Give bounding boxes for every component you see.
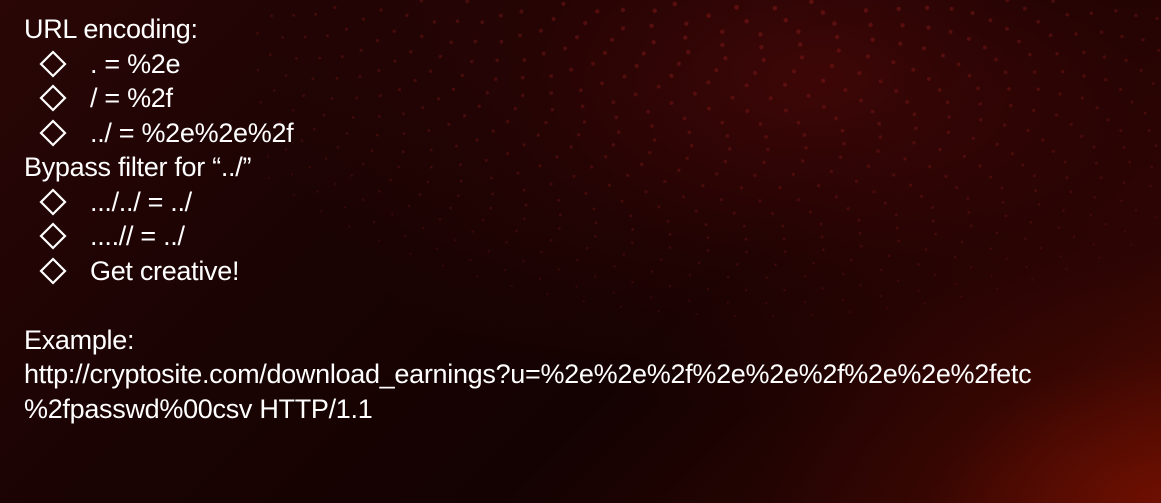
background-dot — [333, 5, 337, 10]
bypass-filter-heading: Bypass filter for “../” — [24, 152, 252, 182]
background-dot — [772, 5, 778, 11]
background-dot — [419, 0, 424, 3]
background-dot — [1154, 216, 1157, 219]
slide-content: URL encoding: . = %2e / = %2f ../ = %2e%… — [24, 12, 1154, 426]
background-dot — [1154, 144, 1158, 148]
background-dot — [896, 6, 901, 11]
example-heading: Example: — [24, 324, 135, 355]
background-dot — [924, 5, 930, 10]
diamond-outline-icon — [38, 49, 68, 79]
example-url-line-1: http://cryptosite.com/download_earnings?… — [24, 359, 1032, 389]
background-dot — [1051, 0, 1055, 3]
bullet-item: . = %2e — [24, 47, 1154, 82]
bullet-item: Get creative! — [24, 254, 1154, 289]
background-dot — [561, 1, 566, 6]
diamond-outline-icon — [38, 187, 68, 217]
background-dot — [809, 0, 814, 5]
bullet-text: .../../ = ../ — [90, 186, 192, 217]
bullet-item: ....// = ../ — [24, 219, 1154, 254]
diamond-outline-icon — [38, 256, 68, 286]
background-dot — [1157, 48, 1161, 52]
diamond-outline-icon — [38, 83, 68, 113]
example-url-line-2: %2fpasswd%00csv HTTP/1.1 — [24, 393, 373, 424]
bullet-text: ....// = ../ — [90, 221, 185, 251]
bullet-text: / = %2f — [90, 83, 173, 113]
background-dot — [1155, 16, 1159, 21]
bullet-text: . = %2e — [90, 48, 181, 79]
background-dot — [1022, 6, 1027, 11]
background-dot — [1005, 0, 1010, 2]
url-encoding-heading: URL encoding: — [24, 14, 198, 44]
bullet-item: .../../ = ../ — [24, 185, 1154, 220]
background-dot — [672, 1, 677, 7]
bullet-text: Get creative! — [90, 255, 240, 286]
diamond-outline-icon — [38, 118, 68, 148]
background-dot — [465, 0, 470, 4]
bullet-item: ../ = %2e%2e%2f — [24, 116, 1154, 151]
background-dot — [734, 5, 739, 10]
bullet-text: ../ = %2e%2e%2f — [90, 117, 294, 148]
bullet-item: / = %2f — [24, 81, 1154, 116]
background-dot — [949, 6, 954, 11]
diamond-outline-icon — [38, 221, 68, 251]
